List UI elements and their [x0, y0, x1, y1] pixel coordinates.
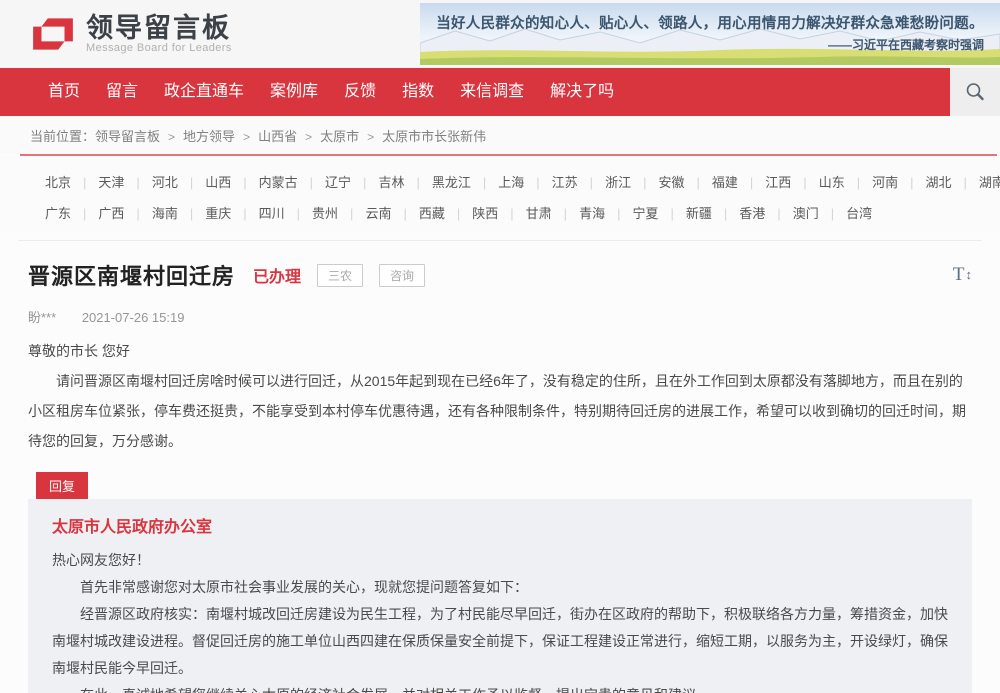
post-tag-type: 咨询 [379, 264, 425, 287]
region-link[interactable]: 河南 [872, 172, 925, 191]
nav-item-feedback[interactable]: 反馈 [331, 68, 389, 116]
region-link[interactable]: 山东 [819, 172, 872, 191]
region-link[interactable]: 北京 [45, 172, 98, 191]
status-badge: 已办理 [253, 263, 301, 287]
region-link[interactable]: 湖南 [979, 172, 1000, 191]
region-link[interactable]: 西藏 [419, 203, 472, 222]
post-author: 盼*** [28, 310, 56, 325]
site-subtitle: Message Board for Leaders [86, 42, 232, 54]
nav-item-cases[interactable]: 案例库 [257, 68, 331, 116]
site-logo[interactable]: 领导留言板 Message Board for Leaders [30, 13, 232, 55]
region-link[interactable]: 甘肃 [526, 203, 579, 222]
reply-department: 太原市人民政府办公室 [52, 513, 948, 537]
region-link[interactable]: 青海 [579, 203, 632, 222]
search-icon [964, 81, 986, 103]
reply-paragraph: 首先非常感谢您对太原市社会事业发展的关心，现就您提问题答复如下： [52, 574, 948, 601]
region-link[interactable]: 安徽 [658, 172, 711, 191]
region-link[interactable]: 江西 [765, 172, 818, 191]
region-link[interactable]: 贵州 [312, 203, 365, 222]
nav-item-home[interactable]: 首页 [35, 68, 93, 116]
region-link[interactable]: 云南 [365, 203, 418, 222]
region-row-1: 北京 天津 河北 山西 内蒙古 辽宁 吉林 黑龙江 上海 江苏 浙江 安徽 福建… [45, 166, 1000, 197]
region-link[interactable]: 台湾 [846, 203, 872, 222]
breadcrumb-item-root[interactable]: 领导留言板 [95, 126, 160, 145]
logo-icon [30, 13, 76, 55]
region-link[interactable]: 江苏 [552, 172, 605, 191]
nav-item-gov-enterprise[interactable]: 政企直通车 [151, 68, 257, 116]
nav-item-messages[interactable]: 留言 [93, 68, 151, 116]
breadcrumb-item-city[interactable]: 太原市 [297, 126, 359, 145]
region-link[interactable]: 浙江 [605, 172, 658, 191]
region-link[interactable]: 四川 [259, 203, 312, 222]
region-link[interactable]: 上海 [498, 172, 551, 191]
slogan-banner: 当好人民群众的知心人、贴心人、领路人，用心用情用力解决好群众急难愁盼问题。 ——… [420, 3, 1000, 65]
banner-slogan: 当好人民群众的知心人、贴心人、领路人，用心用情用力解决好群众急难愁盼问题。 [420, 12, 1000, 33]
region-link[interactable]: 陕西 [472, 203, 525, 222]
breadcrumb-item-local-leaders[interactable]: 地方领导 [160, 126, 235, 145]
region-link[interactable]: 内蒙古 [259, 172, 325, 191]
search-button[interactable] [950, 68, 1000, 116]
breadcrumb-item-mayor[interactable]: 太原市市长张新伟 [359, 126, 486, 145]
post-title-row: 晋源区南堰村回迁房 已办理 三农 咨询 T ↕ [28, 259, 972, 291]
region-link[interactable]: 宁夏 [632, 203, 685, 222]
post-timestamp: 2021-07-26 15:19 [82, 310, 185, 325]
region-link[interactable]: 福建 [712, 172, 765, 191]
banner-attribution: ——习近平在西藏考察时强调 [828, 36, 984, 53]
reply-paragraph: 经晋源区政府核实：南堰村城改回迁房建设为民生工程，为了村民能尽早回迁，街办在区政… [52, 601, 948, 682]
post-paragraph: 请问晋源区南堰村回迁房啥时候可以进行回迁，从2015年起到现在已经6年了，没有稳… [28, 366, 972, 456]
region-row-2: 广东 广西 海南 重庆 四川 贵州 云南 西藏 陕西 甘肃 青海 宁夏 新疆 香… [45, 197, 1000, 228]
breadcrumb-label: 当前位置： [30, 126, 95, 145]
nav-item-resolved[interactable]: 解决了吗 [537, 68, 627, 116]
region-link[interactable]: 吉林 [378, 172, 431, 191]
main-content: 晋源区南堰村回迁房 已办理 三农 咨询 T ↕ 盼*** 2021-07-26 … [0, 241, 1000, 693]
reply-paragraph: 热心网友您好！ [52, 547, 948, 574]
region-link[interactable]: 山西 [205, 172, 258, 191]
region-link[interactable]: 澳门 [793, 203, 846, 222]
top-header: 领导留言板 Message Board for Leaders 当好人民群众的知… [0, 0, 1000, 68]
reply-paragraph: 在此，真诚地希望您继续关心太原的经济社会发展，并对相关工作予以监督，提出宝贵的意… [52, 682, 948, 693]
logo-text: 领导留言板 Message Board for Leaders [86, 14, 232, 54]
region-link[interactable]: 海南 [152, 203, 205, 222]
nav-item-index[interactable]: 指数 [389, 68, 447, 116]
region-link[interactable]: 广西 [98, 203, 151, 222]
region-links: 北京 天津 河北 山西 内蒙古 辽宁 吉林 黑龙江 上海 江苏 浙江 安徽 福建… [0, 156, 1000, 232]
region-link[interactable]: 黑龙江 [432, 172, 498, 191]
post-meta: 盼*** 2021-07-26 15:19 [28, 307, 972, 326]
region-link[interactable]: 重庆 [205, 203, 258, 222]
main-nav: 首页 留言 政企直通车 案例库 反馈 指数 来信调查 解决了吗 [0, 68, 1000, 116]
reply-body: 热心网友您好！ 首先非常感谢您对太原市社会事业发展的关心，现就您提问题答复如下：… [52, 547, 948, 693]
post-body: 尊敬的市长 您好 请问晋源区南堰村回迁房啥时候可以进行回迁，从2015年起到现在… [28, 336, 972, 456]
text-size-icon: T [953, 264, 965, 286]
reply-tab: 回复 [36, 472, 88, 499]
site-title: 领导留言板 [86, 14, 232, 42]
region-link[interactable]: 天津 [98, 172, 151, 191]
region-link[interactable]: 湖北 [926, 172, 979, 191]
region-link[interactable]: 新疆 [686, 203, 739, 222]
breadcrumb: 当前位置： 领导留言板 地方领导 山西省 太原市 太原市市长张新伟 [0, 116, 1000, 154]
text-size-button[interactable]: T ↕ [953, 264, 972, 286]
post-title: 晋源区南堰村回迁房 [28, 259, 235, 291]
nav-item-survey[interactable]: 来信调查 [447, 68, 537, 116]
post-tag-category: 三农 [317, 264, 363, 287]
region-link[interactable]: 河北 [152, 172, 205, 191]
page: 领导留言板 Message Board for Leaders 当好人民群众的知… [0, 0, 1000, 693]
region-link[interactable]: 辽宁 [325, 172, 378, 191]
region-link[interactable]: 香港 [739, 203, 792, 222]
region-link[interactable]: 广东 [45, 203, 98, 222]
text-size-arrow-icon: ↕ [966, 267, 973, 283]
post-paragraph: 尊敬的市长 您好 [28, 336, 972, 366]
breadcrumb-item-province[interactable]: 山西省 [235, 126, 297, 145]
reply-box: 太原市人民政府办公室 热心网友您好！ 首先非常感谢您对太原市社会事业发展的关心，… [28, 499, 972, 693]
